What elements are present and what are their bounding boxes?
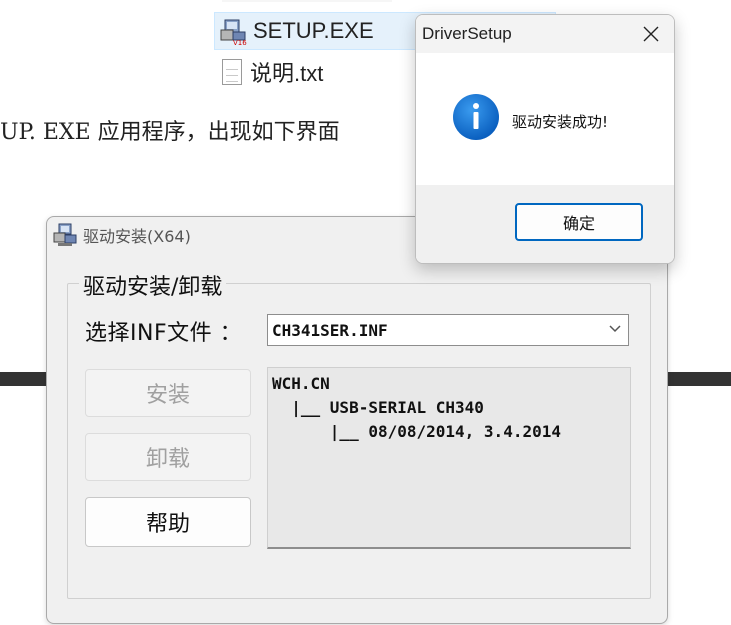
help-button-label: 帮助 — [145, 512, 190, 537]
document-text: UP. EXE 应用程序，出现如下界面 — [0, 120, 340, 145]
info-line-device: |__ USB-SERIAL CH340 — [272, 398, 484, 417]
inf-select-value: CH341SER.INF — [272, 320, 388, 340]
text-file-icon — [222, 59, 242, 85]
driver-install-window: 驱动安装(X64) 驱动安装/卸载 选择INF文件 ： CH341SER.INF… — [46, 216, 668, 624]
group-label: 驱动安装/卸载 — [79, 269, 227, 301]
file-name: SETUP.EXE — [253, 18, 374, 43]
info-icon — [452, 93, 500, 141]
info-line-vendor: WCH.CN — [272, 374, 330, 393]
inf-select-dropdown[interactable]: CH341SER.INF — [267, 314, 629, 346]
divider-bar-left — [0, 372, 50, 386]
dialog-message: 驱动安装成功! — [512, 113, 609, 131]
ok-button-label: 确定 — [562, 214, 595, 233]
uninstall-button[interactable]: 卸载 — [85, 433, 251, 481]
divider-bar-right — [664, 372, 731, 386]
help-button[interactable]: 帮助 — [85, 497, 251, 547]
dialog-title: DriverSetup — [422, 24, 512, 43]
explorer-clipped-row — [222, 0, 412, 2]
app-icon — [53, 223, 77, 247]
window-title: 驱动安装(X64) — [83, 227, 191, 246]
dialog-titlebar: DriverSetup — [416, 15, 674, 53]
install-button[interactable]: 安装 — [85, 369, 251, 417]
install-button-label: 安装 — [145, 383, 190, 408]
file-item-readme-txt[interactable]: 说明.txt — [218, 54, 418, 90]
setup-exe-icon: V16 — [219, 18, 247, 47]
driver-setup-dialog: DriverSetup 驱动安装成功! 确定 — [415, 14, 675, 264]
driver-info-panel: WCH.CN |__ USB-SERIAL CH340 |__ 08/08/20… — [267, 367, 631, 549]
uninstall-button-label: 卸载 — [145, 447, 190, 472]
file-name: 说明.txt — [250, 61, 324, 86]
svg-text:V16: V16 — [233, 39, 247, 46]
close-icon[interactable] — [642, 25, 660, 43]
chevron-down-icon — [608, 321, 622, 335]
dialog-body: 驱动安装成功! — [416, 53, 674, 185]
inf-select-label: 选择INF文件 ： — [85, 321, 243, 346]
ok-button[interactable]: 确定 — [515, 203, 643, 241]
info-line-version: |__ 08/08/2014, 3.4.2014 — [272, 422, 561, 441]
